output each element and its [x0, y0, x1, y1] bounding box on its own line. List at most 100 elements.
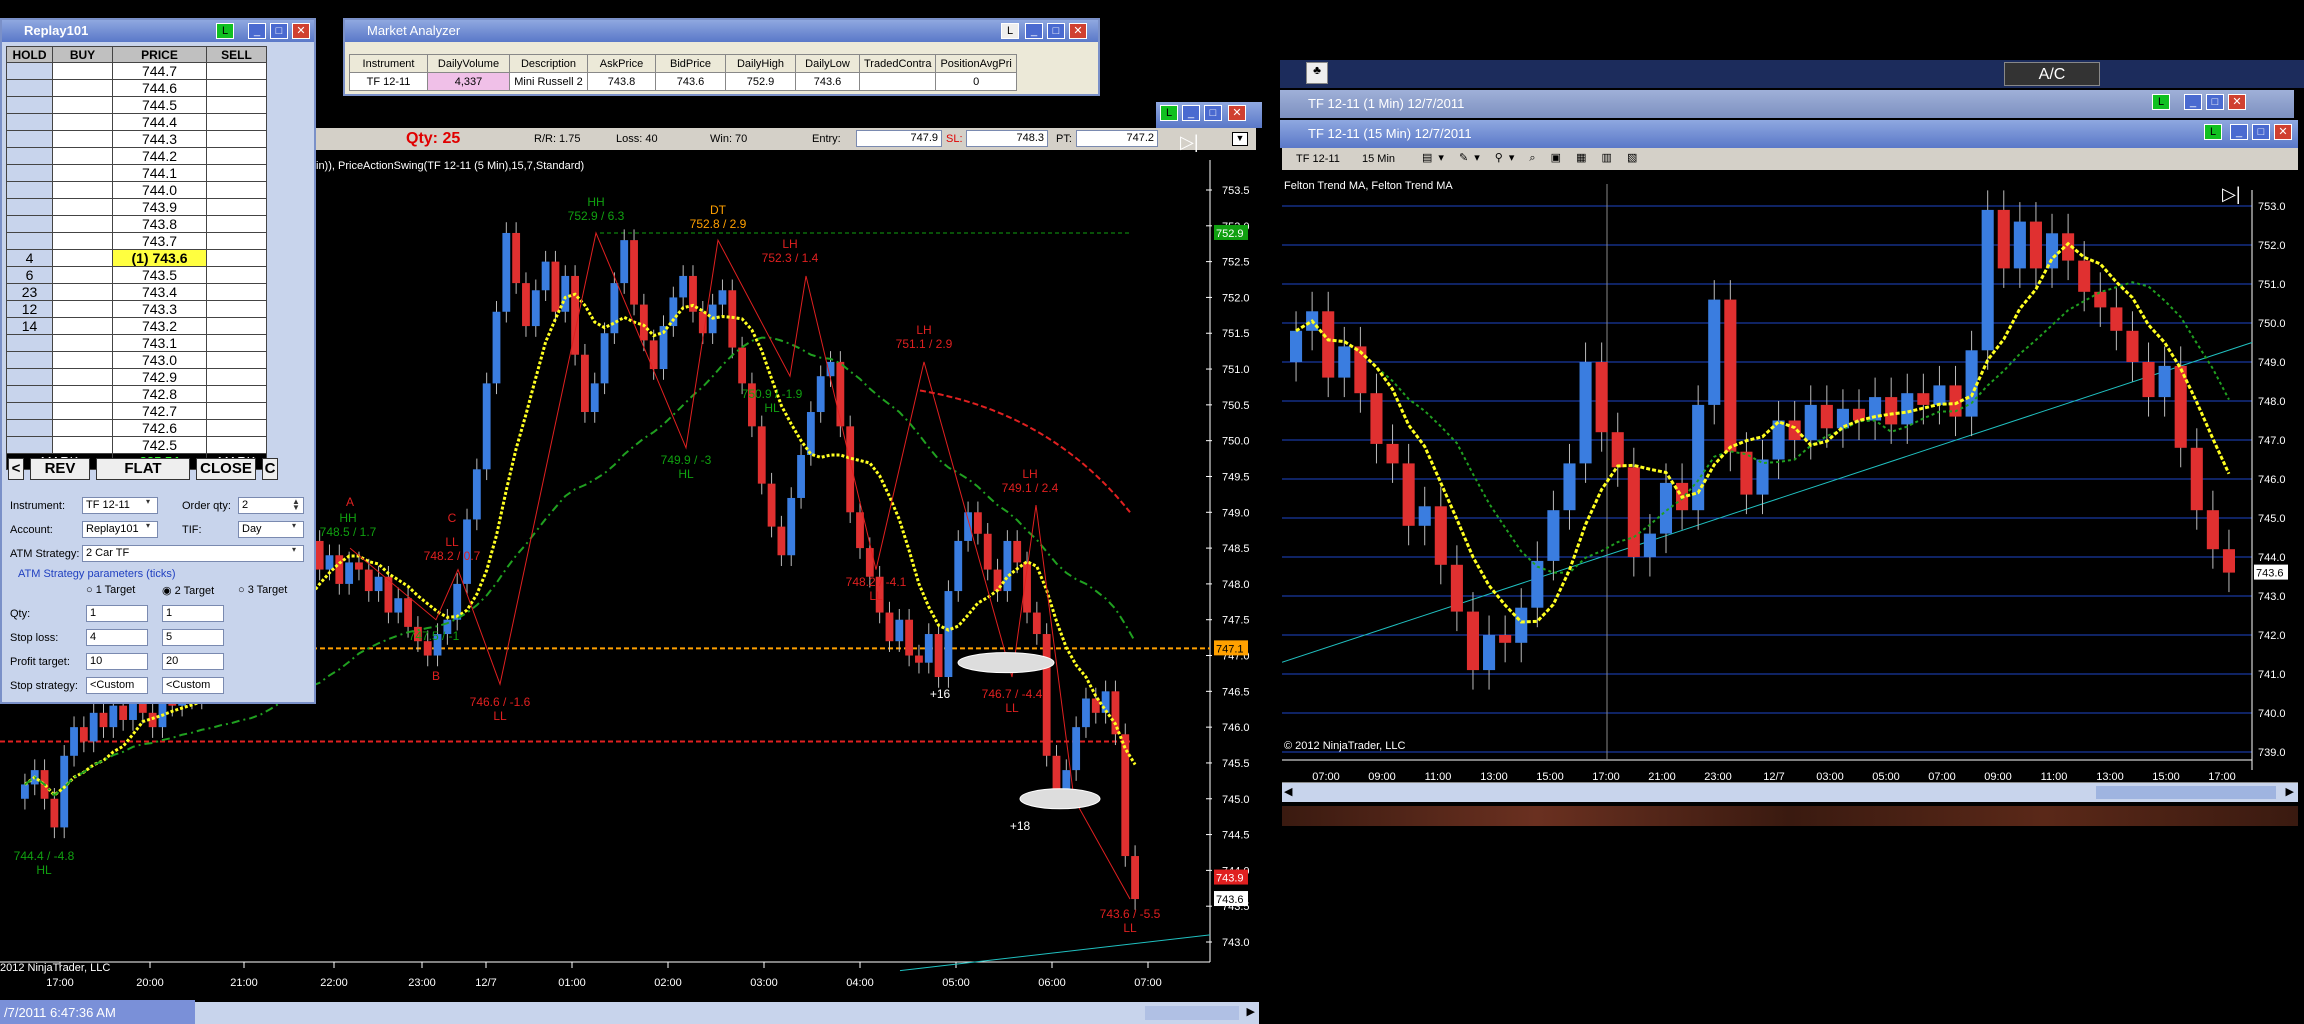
stop2-field[interactable]: 5 [162, 629, 224, 646]
link-button[interactable]: L [2152, 94, 2170, 110]
ladder-row[interactable]: 743.0 [6, 351, 267, 369]
instrument-selector[interactable]: TF 12-11 [1296, 153, 1340, 165]
close-button[interactable]: ✕ [2228, 94, 2246, 110]
account-select[interactable]: Replay101 ▾ [82, 521, 158, 538]
ladder-row[interactable]: 744.0 [6, 181, 267, 199]
ladder-row[interactable]: 744.3 [6, 130, 267, 148]
flat-button[interactable]: FLAT [96, 458, 190, 480]
buy-cell[interactable] [52, 283, 113, 301]
sell-cell[interactable] [206, 130, 267, 148]
buy-cell[interactable] [52, 334, 113, 352]
rev-button[interactable]: REV [30, 458, 90, 480]
scroll-thumb[interactable] [1145, 1006, 1239, 1020]
market-analyzer-window[interactable]: Market Analyzer L _ □ ✕ Instrument DailyV… [343, 18, 1100, 96]
buy-cell[interactable] [52, 198, 113, 216]
ladder-row[interactable]: 6 743.5 [6, 266, 267, 284]
column-header[interactable]: Instrument [349, 54, 428, 73]
ladder-row[interactable]: 744.2 [6, 147, 267, 165]
buy-cell[interactable] [52, 232, 113, 250]
chart-tools-icons[interactable]: ▤▾ ✎▾ ⚲▾ ⌕ ▣ ▦ ▥ ▧ [1422, 151, 1643, 165]
stopstrat1-select[interactable]: <Custom [86, 677, 148, 694]
column-header[interactable]: TradedContra [858, 54, 937, 73]
ladder-row[interactable]: 743.7 [6, 232, 267, 250]
close-button[interactable]: ✕ [1069, 23, 1087, 39]
ladder-row[interactable]: 744.1 [6, 164, 267, 182]
target1-radio[interactable]: ○ 1 Target [86, 584, 135, 596]
column-header[interactable]: DailyVolume [427, 54, 510, 73]
buy-cell[interactable] [52, 385, 113, 403]
buy-cell[interactable] [52, 164, 113, 182]
tif-select[interactable]: Day ▾ [238, 521, 304, 538]
sell-cell[interactable] [206, 249, 267, 267]
ladder-row[interactable]: 744.7 [6, 62, 267, 80]
close-position-button[interactable]: CLOSE [196, 458, 256, 480]
scroll-right-icon[interactable]: ▶ [2286, 785, 2294, 798]
sell-cell[interactable] [206, 402, 267, 420]
buy-cell[interactable] [52, 300, 113, 318]
buy-cell[interactable] [52, 181, 113, 199]
minimize-button[interactable]: _ [2184, 94, 2202, 110]
sell-cell[interactable] [206, 334, 267, 352]
dom-window[interactable]: Replay101 L _ □ ✕ HOLD BUY PRICE SELL 744.7 7… [0, 18, 316, 704]
link-button[interactable]: L [216, 23, 234, 39]
buy-cell[interactable] [52, 215, 113, 233]
buy-cell[interactable] [52, 317, 113, 335]
column-header[interactable]: AskPrice [587, 54, 656, 73]
buy-cell[interactable] [52, 79, 113, 97]
sell-cell[interactable] [206, 198, 267, 216]
instrument-select[interactable]: TF 12-11 ▾ [82, 497, 158, 514]
buy-cell[interactable] [52, 62, 113, 80]
target2-radio[interactable]: ◉ 2 Target [162, 584, 214, 597]
ladder-row[interactable]: 12 743.3 [6, 300, 267, 318]
buy-cell[interactable] [52, 436, 113, 454]
scroll-thumb[interactable] [2096, 786, 2276, 799]
column-header[interactable]: PositionAvgPri [935, 54, 1017, 73]
sell-cell[interactable] [206, 385, 267, 403]
ladder-row[interactable]: 743.8 [6, 215, 267, 233]
buy-cell[interactable] [52, 266, 113, 284]
sell-cell[interactable] [206, 368, 267, 386]
maximize-button[interactable]: □ [2206, 94, 2224, 110]
sell-cell[interactable] [206, 147, 267, 165]
ladder-row[interactable]: 742.6 [6, 419, 267, 437]
ladder-row[interactable]: 742.5 [6, 436, 267, 454]
order-qty-field[interactable]: 2 ▲ ▼ [238, 497, 304, 514]
sell-cell[interactable] [206, 79, 267, 97]
price-ladder[interactable]: HOLD BUY PRICE SELL 744.7 744.6 744.5 744.4 744.… [6, 46, 267, 470]
ladder-row[interactable]: 744.6 [6, 79, 267, 97]
qty1-field[interactable]: 1 [86, 605, 148, 622]
column-header[interactable]: BidPrice [655, 54, 726, 73]
qty2-field[interactable]: 1 [162, 605, 224, 622]
buy-cell[interactable] [52, 147, 113, 165]
minimize-button[interactable]: _ [248, 23, 266, 39]
buy-cell[interactable] [52, 130, 113, 148]
buy-cell[interactable] [52, 113, 113, 131]
sell-cell[interactable] [206, 181, 267, 199]
maximize-button[interactable]: □ [270, 23, 288, 39]
ladder-row[interactable]: 23 743.4 [6, 283, 267, 301]
atm-select[interactable]: 2 Car TF ▾ [82, 545, 304, 562]
sell-cell[interactable] [206, 62, 267, 80]
sell-cell[interactable] [206, 232, 267, 250]
ladder-row[interactable]: 742.8 [6, 385, 267, 403]
sell-cell[interactable] [206, 215, 267, 233]
chart-a-scrollbar[interactable]: ▶ [195, 1002, 1259, 1024]
chart-1min-window[interactable]: TF 12-11 (1 Min) 12/7/2011 L _ □ ✕ [1280, 90, 2294, 118]
ladder-row[interactable]: 744.5 [6, 96, 267, 114]
buy-cell[interactable] [52, 368, 113, 386]
ladder-row[interactable]: 742.7 [6, 402, 267, 420]
link-button[interactable]: L [2204, 124, 2222, 140]
sell-cell[interactable] [206, 96, 267, 114]
link-button[interactable]: L [1001, 23, 1019, 39]
buy-cell[interactable] [52, 351, 113, 369]
stop1-field[interactable]: 4 [86, 629, 148, 646]
target3-radio[interactable]: ○ 3 Target [238, 584, 287, 596]
ladder-row[interactable]: 743.9 [6, 198, 267, 216]
buy-cell[interactable] [52, 402, 113, 420]
maximize-button[interactable]: □ [1047, 23, 1065, 39]
profit1-field[interactable]: 10 [86, 653, 148, 670]
scroll-right-icon[interactable]: ▶ [1247, 1005, 1255, 1018]
sell-cell[interactable] [206, 317, 267, 335]
ladder-row[interactable]: 742.9 [6, 368, 267, 386]
column-header[interactable]: DailyHigh [725, 54, 796, 73]
